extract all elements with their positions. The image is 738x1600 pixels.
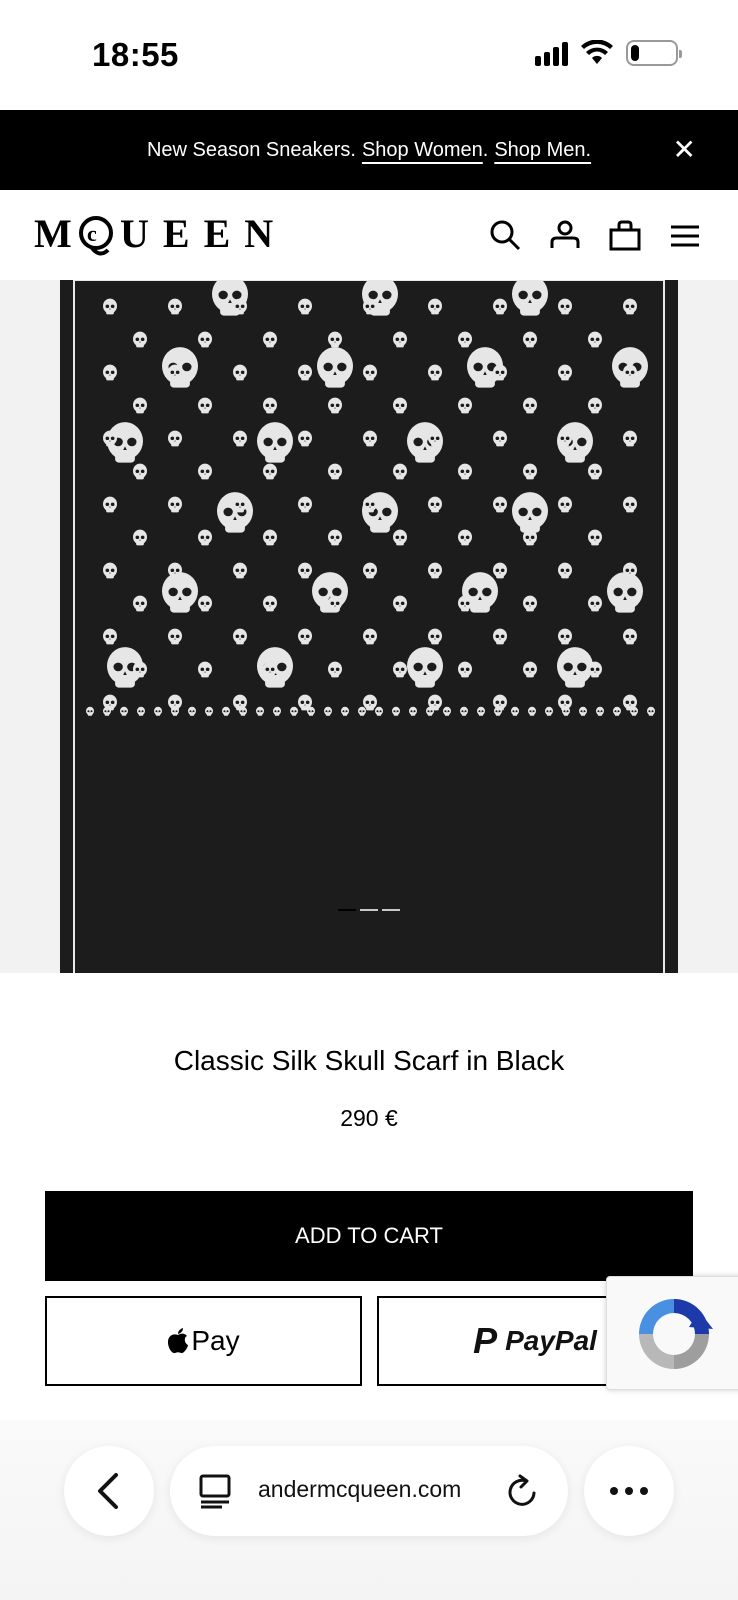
promo-banner: New Season Sneakers. Shop Women. Shop Me… xyxy=(0,110,738,190)
battery-icon xyxy=(626,40,682,66)
product-price: 290 € xyxy=(340,1105,398,1131)
carousel-dot[interactable] xyxy=(338,909,356,911)
account-icon[interactable] xyxy=(548,218,582,252)
promo-separator: . xyxy=(482,138,489,161)
apple-icon xyxy=(168,1328,189,1354)
add-to-cart-button[interactable]: ADD TO CART xyxy=(45,1191,693,1281)
paypal-icon: P xyxy=(473,1320,498,1361)
menu-icon[interactable] xyxy=(668,218,702,252)
svg-text:M: M xyxy=(34,211,78,256)
wifi-icon xyxy=(581,40,613,64)
carousel-dot[interactable] xyxy=(382,909,400,911)
url-text: andermcqueen.com xyxy=(258,1476,462,1502)
more-icon xyxy=(610,1487,648,1495)
cellular-signal-icon xyxy=(535,40,568,66)
mcqueen-logo[interactable]: M c UEEN xyxy=(34,210,294,260)
address-bar[interactable]: andermcqueen.com xyxy=(170,1446,568,1536)
status-bar: 18:55 xyxy=(0,0,738,110)
status-icons xyxy=(535,40,682,66)
product-gallery[interactable] xyxy=(0,280,738,973)
reload-icon[interactable] xyxy=(506,1473,540,1509)
browser-toolbar: andermcqueen.com xyxy=(0,1420,738,1600)
promo-text: New Season Sneakers. xyxy=(146,138,356,161)
product-image[interactable] xyxy=(60,280,678,973)
status-time: 18:55 xyxy=(92,36,179,73)
carousel-dot[interactable] xyxy=(360,909,378,911)
apple-pay-button[interactable]: Pay xyxy=(45,1296,362,1386)
close-icon[interactable]: ✕ xyxy=(673,136,696,164)
carousel-indicator xyxy=(338,909,400,911)
site-header: M c UEEN xyxy=(0,190,738,280)
back-button[interactable] xyxy=(64,1446,154,1536)
shop-men-link[interactable]: Shop Men. xyxy=(494,139,591,162)
svg-text:c: c xyxy=(87,221,97,246)
apple-pay-label: Pay xyxy=(191,1325,240,1356)
more-button[interactable] xyxy=(584,1446,674,1536)
recaptcha-icon xyxy=(639,1299,713,1369)
shop-women-link[interactable]: Shop Women xyxy=(362,139,483,162)
tabs-icon[interactable] xyxy=(198,1473,232,1509)
search-icon[interactable] xyxy=(488,218,522,252)
back-icon xyxy=(98,1473,118,1509)
recaptcha-badge[interactable] xyxy=(606,1276,738,1390)
svg-text:UEEN: UEEN xyxy=(120,211,287,256)
paypal-label: PayPal xyxy=(505,1325,597,1356)
bag-icon[interactable] xyxy=(608,218,642,252)
product-name: Classic Silk Skull Scarf in Black xyxy=(173,1045,565,1076)
